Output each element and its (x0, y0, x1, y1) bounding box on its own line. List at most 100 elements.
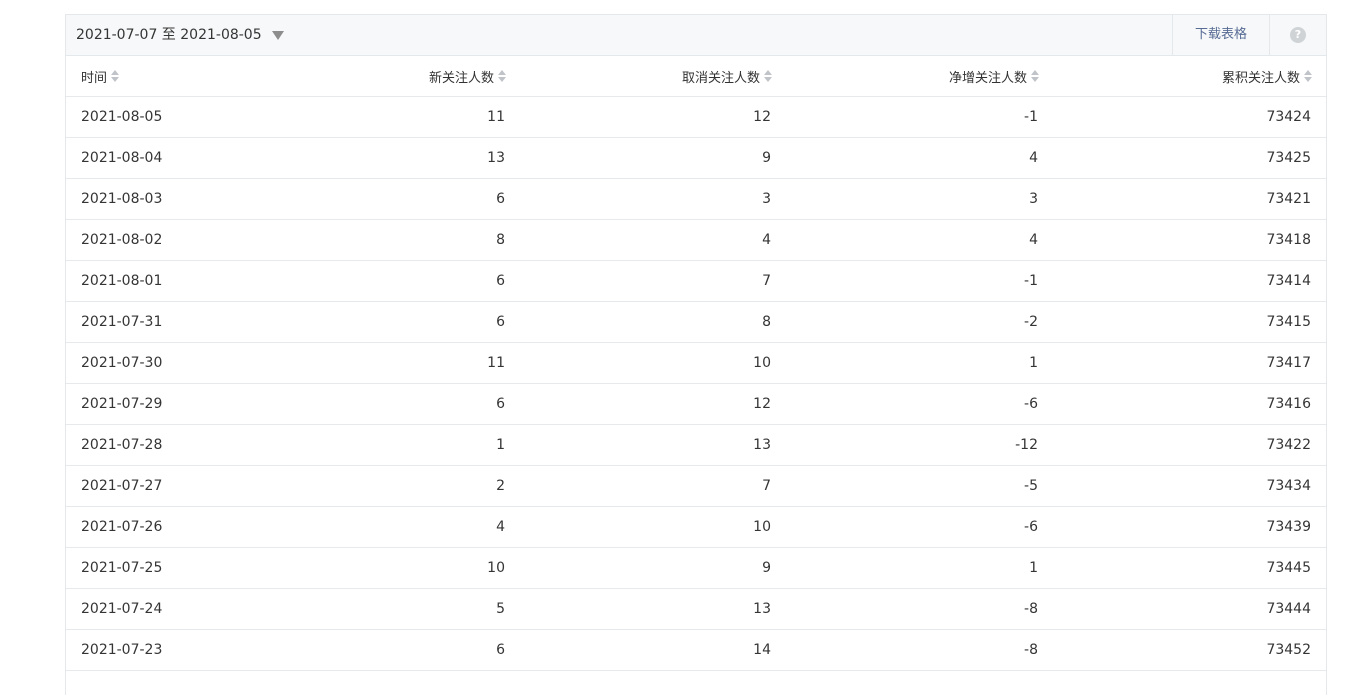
cell-cumulative: 73415 (1053, 301, 1326, 343)
cell-unfollows: 9 (520, 137, 786, 179)
cell-net-growth: -6 (786, 506, 1053, 548)
cell-net-growth: -8 (786, 629, 1053, 671)
cell-date: 2021-07-24 (66, 588, 254, 630)
cell-new-followers: 6 (254, 383, 520, 425)
table-body: 2021-08-05 11 12 -1 73424 2021-08-04 13 9 4 73425… (66, 96, 1326, 671)
cell-date: 2021-07-29 (66, 383, 254, 425)
column-header-label: 时间 (81, 70, 108, 86)
cell-date: 2021-08-03 (66, 178, 254, 220)
sort-icon[interactable] (1031, 70, 1039, 82)
cell-cumulative: 73452 (1053, 629, 1326, 671)
cell-cumulative: 73439 (1053, 506, 1326, 548)
cell-cumulative: 73414 (1053, 260, 1326, 302)
cell-unfollows: 7 (520, 260, 786, 302)
table-row: 2021-08-02 8 4 4 73418 (66, 219, 1326, 261)
help-icon[interactable]: ? (1290, 27, 1306, 43)
cell-net-growth: -12 (786, 424, 1053, 466)
column-header-date[interactable]: 时间 (66, 56, 254, 97)
column-header-cumulative[interactable]: 累积关注人数 (1053, 56, 1326, 97)
sort-icon[interactable] (498, 70, 506, 82)
cell-net-growth: 1 (786, 547, 1053, 589)
cell-new-followers: 11 (254, 342, 520, 384)
cell-cumulative: 73444 (1053, 588, 1326, 630)
cell-date: 2021-07-27 (66, 465, 254, 507)
cell-unfollows: 13 (520, 424, 786, 466)
cell-unfollows: 9 (520, 547, 786, 589)
cell-cumulative: 73417 (1053, 342, 1326, 384)
column-header-net-growth[interactable]: 净增关注人数 (786, 56, 1053, 97)
sort-icon[interactable] (111, 70, 120, 82)
sort-icon[interactable] (1304, 70, 1312, 82)
cell-new-followers: 13 (254, 137, 520, 179)
cell-net-growth: 4 (786, 137, 1053, 179)
cell-net-growth: 4 (786, 219, 1053, 261)
cell-new-followers: 6 (254, 260, 520, 302)
cell-cumulative: 73416 (1053, 383, 1326, 425)
cell-net-growth: 3 (786, 178, 1053, 220)
cell-unfollows: 12 (520, 383, 786, 425)
cell-unfollows: 14 (520, 629, 786, 671)
cell-new-followers: 11 (254, 96, 520, 138)
cell-new-followers: 10 (254, 547, 520, 589)
cell-new-followers: 6 (254, 629, 520, 671)
column-header-label: 净增关注人数 (948, 70, 1027, 86)
cell-date: 2021-08-05 (66, 96, 254, 138)
cell-cumulative: 73418 (1053, 219, 1326, 261)
column-header-unfollows[interactable]: 取消关注人数 (520, 56, 786, 97)
cell-date: 2021-08-02 (66, 219, 254, 261)
cell-new-followers: 5 (254, 588, 520, 630)
cell-cumulative: 73422 (1053, 424, 1326, 466)
caret-down-icon (271, 31, 284, 40)
download-table-button[interactable]: 下载表格 (1172, 15, 1270, 55)
table-row: 2021-07-30 11 10 1 73417 (66, 342, 1326, 384)
table-row: 2021-08-05 11 12 -1 73424 (66, 96, 1326, 138)
cell-date: 2021-07-23 (66, 629, 254, 671)
cell-net-growth: -8 (786, 588, 1053, 630)
cell-unfollows: 7 (520, 465, 786, 507)
data-table-panel: 2021-07-07 至 2021-08-05 下载表格 ? 时间 新关注人数 … (65, 14, 1327, 695)
cell-cumulative: 73421 (1053, 178, 1326, 220)
cell-net-growth: -1 (786, 96, 1053, 138)
cell-new-followers: 6 (254, 178, 520, 220)
cell-cumulative: 73424 (1053, 96, 1326, 138)
cell-date: 2021-07-28 (66, 424, 254, 466)
sort-icon[interactable] (764, 70, 772, 82)
cell-unfollows: 10 (520, 506, 786, 548)
cell-new-followers: 1 (254, 424, 520, 466)
table-row: 2021-07-24 5 13 -8 73444 (66, 588, 1326, 630)
cell-unfollows: 3 (520, 178, 786, 220)
table-row: 2021-07-27 2 7 -5 73434 (66, 465, 1326, 507)
table-row: 2021-08-04 13 9 4 73425 (66, 137, 1326, 179)
cell-net-growth: 1 (786, 342, 1053, 384)
cell-unfollows: 10 (520, 342, 786, 384)
table-row: 2021-07-28 1 13 -12 73422 (66, 424, 1326, 466)
cell-new-followers: 8 (254, 219, 520, 261)
cell-net-growth: -5 (786, 465, 1053, 507)
cell-date: 2021-07-26 (66, 506, 254, 548)
cell-unfollows: 4 (520, 219, 786, 261)
column-header-label: 新关注人数 (428, 70, 494, 86)
column-header-label: 取消关注人数 (681, 70, 760, 86)
cell-date: 2021-07-31 (66, 301, 254, 343)
cell-date: 2021-07-30 (66, 342, 254, 384)
cell-cumulative: 73445 (1053, 547, 1326, 589)
table-toolbar: 2021-07-07 至 2021-08-05 下载表格 ? (66, 15, 1326, 56)
cell-new-followers: 4 (254, 506, 520, 548)
table-row: 2021-08-03 6 3 3 73421 (66, 178, 1326, 220)
table-row: 2021-07-26 4 10 -6 73439 (66, 506, 1326, 548)
cell-date: 2021-08-04 (66, 137, 254, 179)
table-row: 2021-07-25 10 9 1 73445 (66, 547, 1326, 589)
date-range-text: 2021-07-07 至 2021-08-05 (76, 27, 262, 43)
cell-unfollows: 8 (520, 301, 786, 343)
column-header-label: 累积关注人数 (1221, 70, 1300, 86)
cell-new-followers: 6 (254, 301, 520, 343)
table-row: 2021-08-01 6 7 -1 73414 (66, 260, 1326, 302)
column-header-new-followers[interactable]: 新关注人数 (254, 56, 520, 97)
table-row: 2021-07-23 6 14 -8 73452 (66, 629, 1326, 671)
cell-net-growth: -1 (786, 260, 1053, 302)
table-row: 2021-07-31 6 8 -2 73415 (66, 301, 1326, 343)
cell-unfollows: 12 (520, 96, 786, 138)
table-header-row: 时间 新关注人数 取消关注人数 净增关注人数 累积关注人数 (66, 56, 1326, 97)
date-range-selector[interactable]: 2021-07-07 至 2021-08-05 (76, 15, 284, 55)
cell-unfollows: 13 (520, 588, 786, 630)
